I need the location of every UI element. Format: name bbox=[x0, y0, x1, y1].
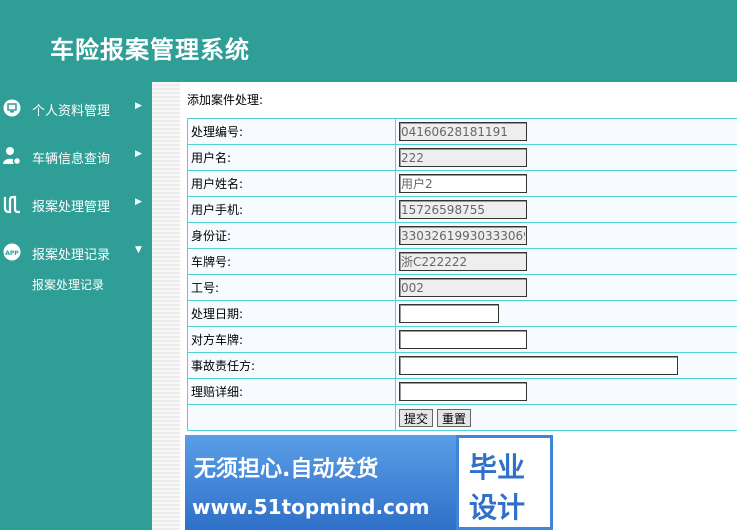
field-label: 身份证: bbox=[187, 222, 396, 249]
table-row: 车牌号: bbox=[187, 248, 737, 275]
promo-banner[interactable]: 无须担心.自动发货 www.51topmind.com 毕业 设计 bbox=[185, 435, 553, 530]
field-label: 用户姓名: bbox=[187, 170, 396, 197]
sidebar-item-vehicle-query[interactable]: 车辆信息查询 ▶ bbox=[0, 135, 152, 175]
app-badge-icon: APP bbox=[2, 242, 22, 262]
case-form-table: 处理编号: 用户名: 用户姓名: 用户手机: 身份证: 车牌号: 工号: 处理 bbox=[187, 118, 737, 431]
chevron-down-icon: ▼ bbox=[135, 245, 142, 255]
id-card-input[interactable] bbox=[399, 226, 527, 245]
reset-button[interactable]: 重置 bbox=[437, 408, 472, 427]
sidebar-item-label: 报案处理管理 bbox=[32, 200, 111, 215]
liable-party-input[interactable] bbox=[399, 356, 678, 375]
user-fullname-input[interactable] bbox=[399, 174, 527, 193]
field-label: 处理日期: bbox=[187, 300, 396, 327]
sidebar-item-profile[interactable]: 个人资料管理 ▶ bbox=[0, 87, 152, 127]
table-row: 身份证: bbox=[187, 222, 737, 249]
sidebar-subitem-case-records[interactable]: 报案处理记录 bbox=[32, 276, 104, 293]
monitor-icon bbox=[2, 98, 22, 118]
other-plate-input[interactable] bbox=[399, 330, 527, 349]
table-row: 处理编号: bbox=[187, 118, 737, 145]
field-label: 处理编号: bbox=[187, 118, 396, 145]
field-label: 车牌号: bbox=[187, 248, 396, 275]
claim-details-input[interactable] bbox=[399, 382, 527, 401]
banner-site: www.51topmind.com bbox=[192, 495, 430, 519]
submit-button[interactable]: 提交 bbox=[399, 408, 434, 427]
divider-stripe bbox=[152, 82, 180, 530]
form-heading: 添加案件处理: bbox=[187, 93, 264, 107]
sidebar-item-label: 个人资料管理 bbox=[32, 104, 111, 119]
app-title: 车险报案管理系统 bbox=[50, 35, 250, 64]
table-row: 处理日期: bbox=[187, 300, 737, 327]
sidebar-item-case-records[interactable]: APP 报案处理记录 ▼ bbox=[0, 231, 152, 271]
main-content: 添加案件处理: 处理编号: 用户名: 用户姓名: 用户手机: 身份证: 车牌号:… bbox=[180, 82, 737, 530]
case-number-input[interactable] bbox=[399, 122, 527, 141]
field-label: 工号: bbox=[187, 274, 396, 301]
banner-slogan: 无须担心.自动发货 bbox=[194, 457, 379, 482]
table-row: 用户手机: bbox=[187, 196, 737, 223]
chevron-right-icon: ▶ bbox=[135, 197, 142, 207]
sidebar-item-label: 车辆信息查询 bbox=[32, 152, 111, 167]
sidebar: 个人资料管理 ▶ 车辆信息查询 ▶ 报案处理管理 ▶ APP 报案处理记录 ▼ … bbox=[0, 82, 152, 530]
route-icon bbox=[2, 194, 22, 214]
table-row: 用户姓名: bbox=[187, 170, 737, 197]
field-label: 用户手机: bbox=[187, 196, 396, 223]
field-label: 对方车牌: bbox=[187, 326, 396, 353]
svg-text:APP: APP bbox=[5, 250, 19, 257]
field-label: 理赔详细: bbox=[187, 378, 396, 405]
table-row: 理赔详细: bbox=[187, 378, 737, 405]
plate-number-input[interactable] bbox=[399, 252, 527, 271]
employee-id-input[interactable] bbox=[399, 278, 527, 297]
app-header: 车险报案管理系统 bbox=[0, 0, 737, 82]
chevron-right-icon: ▶ bbox=[135, 101, 142, 111]
banner-badge-line2: 设计 bbox=[469, 491, 526, 524]
table-row: 对方车牌: bbox=[187, 326, 737, 353]
chevron-right-icon: ▶ bbox=[135, 149, 142, 159]
table-row: 工号: bbox=[187, 274, 737, 301]
sidebar-item-label: 报案处理记录 bbox=[32, 248, 111, 263]
field-label: 用户名: bbox=[187, 144, 396, 171]
user-phone-input[interactable] bbox=[399, 200, 527, 219]
user-gear-icon bbox=[2, 146, 22, 166]
sidebar-item-case-management[interactable]: 报案处理管理 ▶ bbox=[0, 183, 152, 223]
banner-badge-line1: 毕业 bbox=[469, 451, 526, 484]
table-row: 用户名: bbox=[187, 144, 737, 171]
table-row: 事故责任方: bbox=[187, 352, 737, 379]
table-row: 提交 重置 bbox=[187, 404, 737, 431]
field-label: 事故责任方: bbox=[187, 352, 396, 379]
username-input[interactable] bbox=[399, 148, 527, 167]
process-date-input[interactable] bbox=[399, 304, 499, 323]
